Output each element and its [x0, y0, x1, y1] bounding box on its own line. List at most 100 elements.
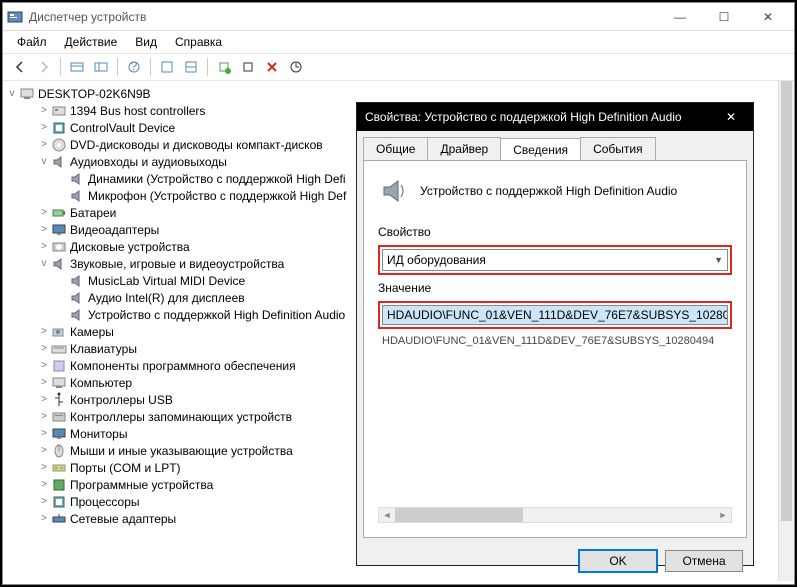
scrollbar-thumb[interactable] [781, 81, 792, 521]
view-buttons-2[interactable] [90, 56, 112, 78]
tree-node-label: Аудио Intel(R) для дисплеев [88, 291, 245, 305]
toolbar-separator [150, 58, 151, 76]
tree-node-label: MusicLab Virtual MIDI Device [88, 274, 245, 288]
tree-node-label: Дисковые устройства [70, 240, 190, 254]
tab-events[interactable]: События [580, 137, 656, 160]
back-button[interactable] [9, 56, 31, 78]
expand-icon[interactable]: > [37, 241, 51, 252]
chip-icon [51, 120, 67, 136]
tree-node-label: Батареи [70, 206, 116, 220]
tool-2[interactable] [180, 56, 202, 78]
tree-node-label: Программные устройства [70, 478, 213, 492]
window-title: Диспетчер устройств [29, 10, 658, 24]
menu-view[interactable]: Вид [127, 33, 165, 51]
expand-icon[interactable]: > [37, 496, 51, 507]
cancel-button[interactable]: Отмена [665, 550, 743, 572]
value-listbox[interactable]: HDAUDIO\FUNC_01&VEN_111D&DEV_76E7&SUBSYS… [382, 305, 728, 325]
expand-icon[interactable]: > [37, 428, 51, 439]
value-label: Значение [378, 281, 732, 295]
dialog-close-button[interactable]: ✕ [717, 103, 745, 131]
expand-icon[interactable]: > [37, 479, 51, 490]
speaker-icon [51, 154, 67, 170]
cpu-icon [51, 494, 67, 510]
scan-hardware-button[interactable] [213, 56, 235, 78]
tree-node-label: Динамики (Устройство с поддержкой High D… [88, 172, 346, 186]
view-buttons-1[interactable] [66, 56, 88, 78]
scroll-right-icon[interactable]: ► [715, 508, 731, 522]
expand-icon[interactable]: > [37, 224, 51, 235]
expand-icon[interactable]: > [37, 343, 51, 354]
value-row-selected[interactable]: HDAUDIO\FUNC_01&VEN_111D&DEV_76E7&SUBSYS… [383, 306, 727, 324]
menu-action[interactable]: Действие [57, 33, 126, 51]
speaker-icon [378, 175, 410, 207]
tree-node-label: Компоненты программного обеспечения [70, 359, 296, 373]
tree-node-label: Контроллеры запоминающих устройств [70, 410, 292, 424]
update-driver-button[interactable] [285, 56, 307, 78]
expand-icon[interactable]: > [37, 411, 51, 422]
tree-scrollbar[interactable] [778, 81, 794, 581]
app-icon [7, 9, 23, 25]
highlight-box-property: ИД оборудования ▼ [378, 245, 732, 275]
close-button[interactable]: ✕ [746, 3, 790, 31]
expand-icon[interactable]: v [37, 258, 51, 269]
device-name: Устройство с поддержкой High Definition … [420, 184, 677, 198]
speaker-icon [69, 171, 85, 187]
tree-node-label: Мониторы [70, 427, 127, 441]
monitor-icon [51, 426, 67, 442]
tab-general[interactable]: Общие [363, 137, 428, 160]
forward-button[interactable] [33, 56, 55, 78]
svg-text:?: ? [131, 60, 138, 73]
tab-driver[interactable]: Драйвер [427, 137, 501, 160]
toolbar-separator [207, 58, 208, 76]
menu-help[interactable]: Справка [167, 33, 230, 51]
speaker-icon [69, 290, 85, 306]
speaker-icon [51, 256, 67, 272]
horizontal-scrollbar[interactable]: ◄ ► [378, 507, 732, 523]
expand-icon[interactable]: > [37, 394, 51, 405]
speaker-icon [69, 273, 85, 289]
maximize-button[interactable]: ☐ [702, 3, 746, 31]
minimize-button[interactable]: — [658, 3, 702, 31]
menu-file[interactable]: Файл [9, 33, 55, 51]
property-combobox[interactable]: ИД оборудования ▼ [382, 249, 728, 271]
tree-node-label: Микрофон (Устройство с поддержкой High D… [88, 189, 346, 203]
expand-icon[interactable]: > [37, 360, 51, 371]
scroll-left-icon[interactable]: ◄ [379, 508, 395, 522]
computer-icon [19, 86, 35, 102]
value-row[interactable]: HDAUDIO\FUNC_01&VEN_111D&DEV_76E7&SUBSYS… [378, 333, 732, 349]
delete-button[interactable] [261, 56, 283, 78]
expand-icon[interactable]: > [37, 513, 51, 524]
expand-icon[interactable]: > [37, 377, 51, 388]
expand-icon[interactable]: > [37, 105, 51, 116]
dialog-titlebar[interactable]: Свойства: Устройство с поддержкой High D… [357, 103, 753, 131]
display-icon [51, 222, 67, 238]
uninstall-button[interactable] [237, 56, 259, 78]
speaker-icon [69, 307, 85, 323]
highlight-box-value: HDAUDIO\FUNC_01&VEN_111D&DEV_76E7&SUBSYS… [378, 301, 732, 329]
properties-dialog: Свойства: Устройство с поддержкой High D… [356, 102, 754, 566]
tree-node-label: Сетевые адаптеры [70, 512, 176, 526]
expand-icon[interactable]: v [5, 88, 19, 99]
usb-icon [51, 392, 67, 408]
help-button[interactable]: ? [123, 56, 145, 78]
disk-icon [51, 239, 67, 255]
toolbar: ? [3, 53, 794, 81]
expand-icon[interactable]: > [37, 326, 51, 337]
ok-button[interactable]: OK [579, 550, 657, 572]
expand-icon[interactable]: > [37, 122, 51, 133]
tool-1[interactable] [156, 56, 178, 78]
dialog-title: Свойства: Устройство с поддержкой High D… [365, 110, 717, 124]
expand-icon[interactable]: > [37, 445, 51, 456]
expand-icon[interactable]: v [37, 156, 51, 167]
tree-root[interactable]: v DESKTOP-02K6N9B [5, 85, 792, 102]
scrollbar-thumb[interactable] [395, 508, 523, 522]
titlebar: Диспетчер устройств — ☐ ✕ [3, 3, 794, 31]
tree-node-label: Контроллеры USB [70, 393, 173, 407]
expand-icon[interactable]: > [37, 462, 51, 473]
tab-details[interactable]: Сведения [500, 138, 581, 161]
expand-icon[interactable]: > [37, 207, 51, 218]
window-controls: — ☐ ✕ [658, 3, 790, 31]
chevron-down-icon: ▼ [714, 255, 723, 265]
speaker-icon [69, 188, 85, 204]
expand-icon[interactable]: > [37, 139, 51, 150]
